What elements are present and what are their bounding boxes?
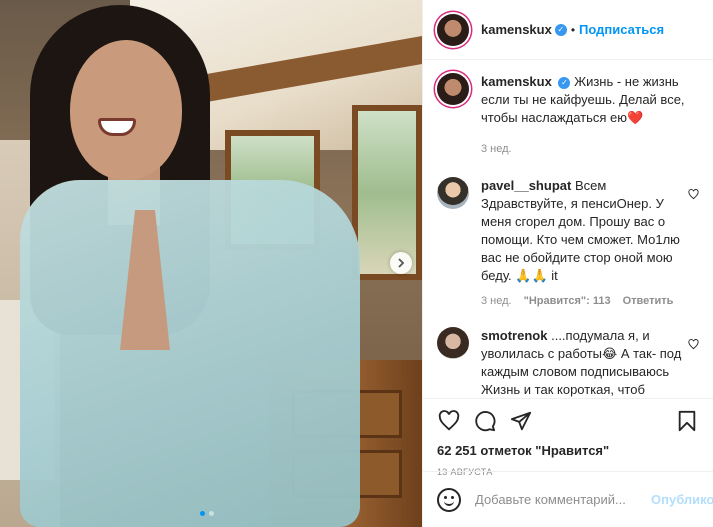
- action-bar: [423, 399, 713, 443]
- chevron-right-icon: [398, 258, 405, 268]
- photo-face: [70, 40, 182, 180]
- comments-list[interactable]: kamenskux ✓ Жизнь - не жизнь если ты не …: [423, 61, 713, 398]
- comment-item: pavel__shupat Всем Здравствуйте, я пенси…: [437, 177, 699, 307]
- paper-plane-icon: [510, 411, 532, 431]
- publish-button[interactable]: Опубликовать: [651, 492, 713, 507]
- heart-icon: [688, 189, 699, 200]
- carousel-dots: [200, 511, 214, 516]
- comment-likes[interactable]: "Нравится": 113: [524, 295, 611, 307]
- likes-count[interactable]: 62 251 отметок "Нравится": [423, 443, 713, 458]
- emoji-icon[interactable]: [437, 487, 461, 512]
- comment-input[interactable]: [475, 492, 651, 507]
- comment-item: smotrenok ....подумала я, и уволилась с …: [437, 327, 699, 398]
- caption-body: kamenskux ✓ Жизнь - не жизнь если ты не …: [481, 73, 701, 155]
- photo-window: [352, 105, 422, 280]
- post-side-panel: kamenskux ✓ • Подписаться kamenskux ✓ Жи…: [422, 0, 713, 527]
- comment-body: pavel__shupat Всем Здравствуйте, я пенси…: [481, 177, 696, 307]
- comment-username[interactable]: pavel__shupat: [481, 178, 571, 193]
- comment-like-heart-icon[interactable]: [688, 339, 699, 353]
- next-slide-button[interactable]: [390, 252, 412, 274]
- like-button[interactable]: [437, 409, 461, 433]
- verified-icon: ✓: [558, 77, 571, 89]
- commenter-avatar[interactable]: [437, 177, 469, 209]
- follow-button[interactable]: Подписаться: [579, 22, 664, 37]
- commenter-avatar[interactable]: [437, 327, 469, 359]
- comment-icon: [475, 411, 496, 432]
- bookmark-icon: [678, 410, 696, 432]
- carousel-dot-active: [200, 511, 205, 516]
- reply-button[interactable]: Ответить: [623, 295, 674, 307]
- post-actions: 62 251 отметок "Нравится" 13 АВГУСТА Опу…: [423, 398, 713, 527]
- author-username[interactable]: kamenskux: [481, 22, 552, 37]
- heart-icon: [438, 410, 460, 431]
- comment-text: pavel__shupat Всем Здравствуйте, я пенси…: [481, 177, 696, 285]
- photo-shirt: [20, 180, 360, 527]
- instagram-post: kamenskux ✓ • Подписаться kamenskux ✓ Жи…: [0, 0, 713, 527]
- carousel-dot: [209, 511, 214, 516]
- comment-suffix: it: [551, 268, 558, 283]
- caption-username[interactable]: kamenskux: [481, 74, 552, 89]
- pray-emoji: 🙏🙏: [515, 268, 548, 283]
- comment-body: smotrenok ....подумала я, и уволилась с …: [481, 327, 696, 398]
- caption-meta: 3 нед.: [481, 143, 701, 155]
- verified-icon: ✓: [554, 23, 567, 36]
- caption-avatar[interactable]: [437, 73, 469, 105]
- comment-username[interactable]: smotrenok: [481, 328, 547, 343]
- save-button[interactable]: [675, 409, 699, 433]
- comment-like-heart-icon[interactable]: [688, 189, 699, 203]
- caption-time[interactable]: 3 нед.: [481, 143, 512, 155]
- comment-meta: 3 нед. "Нравится": 113 Ответить: [481, 295, 696, 307]
- comment-content: Всем Здравствуйте, я пенсиОнер. У меня с…: [481, 178, 680, 283]
- comment-button[interactable]: [473, 409, 497, 433]
- post-photo[interactable]: [0, 0, 422, 527]
- caption-text: kamenskux ✓ Жизнь - не жизнь если ты не …: [481, 73, 701, 127]
- comment-time[interactable]: 3 нед.: [481, 295, 512, 307]
- post-header: kamenskux ✓ • Подписаться: [423, 0, 713, 60]
- heart-emoji: ❤️: [627, 110, 644, 125]
- add-comment-bar: Опубликовать: [423, 471, 713, 527]
- share-button[interactable]: [509, 409, 533, 433]
- caption: kamenskux ✓ Жизнь - не жизнь если ты не …: [437, 73, 699, 155]
- separator-dot: •: [570, 22, 576, 37]
- heart-icon: [688, 339, 699, 350]
- comment-text: smotrenok ....подумала я, и уволилась с …: [481, 327, 696, 398]
- author-avatar[interactable]: [437, 13, 469, 46]
